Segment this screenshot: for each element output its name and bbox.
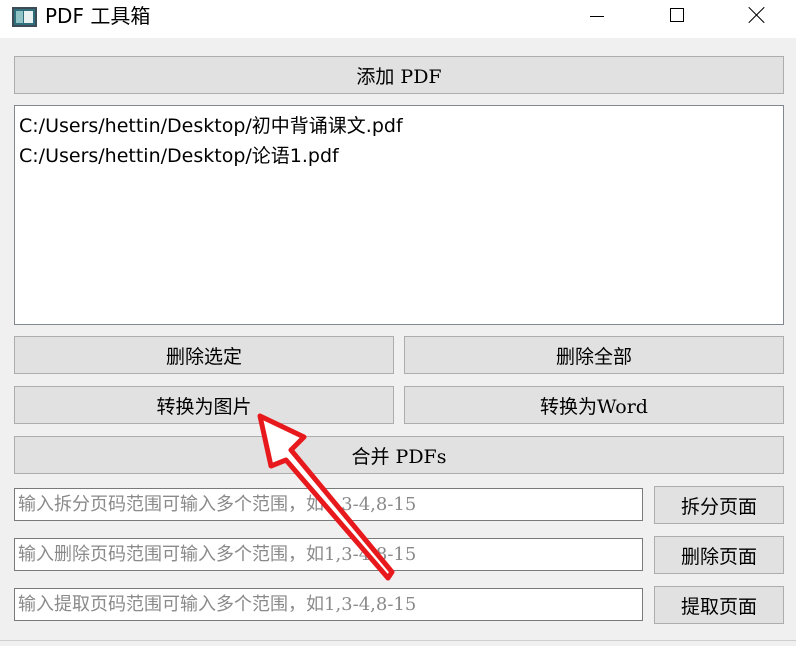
- merge-pdfs-button[interactable]: 合并 PDFs: [14, 436, 784, 474]
- delete-selected-button[interactable]: 删除选定: [14, 336, 394, 374]
- minimize-icon: [590, 16, 604, 17]
- delete-range-input[interactable]: 输入删除页码范围可输入多个范围，如1,3-4,8-15: [14, 538, 643, 571]
- title-bar: PDF 工具箱: [0, 0, 796, 38]
- delete-pages-button[interactable]: 删除页面: [654, 536, 784, 574]
- window-title: PDF 工具箱: [45, 4, 151, 28]
- app-icon: [12, 7, 37, 27]
- convert-to-image-button[interactable]: 转换为图片: [14, 386, 394, 424]
- minimize-button[interactable]: [558, 0, 638, 34]
- delete-all-button[interactable]: 删除全部: [404, 336, 784, 374]
- list-item[interactable]: C:/Users/hettin/Desktop/论语1.pdf: [19, 141, 779, 171]
- extract-range-input[interactable]: 输入提取页码范围可输入多个范围，如1,3-4,8-15: [14, 588, 643, 621]
- extract-pages-button[interactable]: 提取页面: [654, 586, 784, 624]
- split-pages-button[interactable]: 拆分页面: [654, 486, 784, 524]
- convert-to-word-button[interactable]: 转换为Word: [404, 386, 784, 424]
- maximize-icon: [670, 8, 684, 22]
- window-bottom-edge: [0, 640, 796, 646]
- close-icon: [748, 6, 766, 24]
- add-pdf-button[interactable]: 添加 PDF: [14, 56, 784, 94]
- split-range-input[interactable]: 输入拆分页码范围可输入多个范围，如1,3-4,8-15: [14, 488, 643, 521]
- close-button[interactable]: [718, 0, 796, 34]
- list-item[interactable]: C:/Users/hettin/Desktop/初中背诵课文.pdf: [19, 111, 779, 141]
- maximize-button[interactable]: [638, 0, 718, 34]
- file-list[interactable]: C:/Users/hettin/Desktop/初中背诵课文.pdf C:/Us…: [14, 105, 784, 325]
